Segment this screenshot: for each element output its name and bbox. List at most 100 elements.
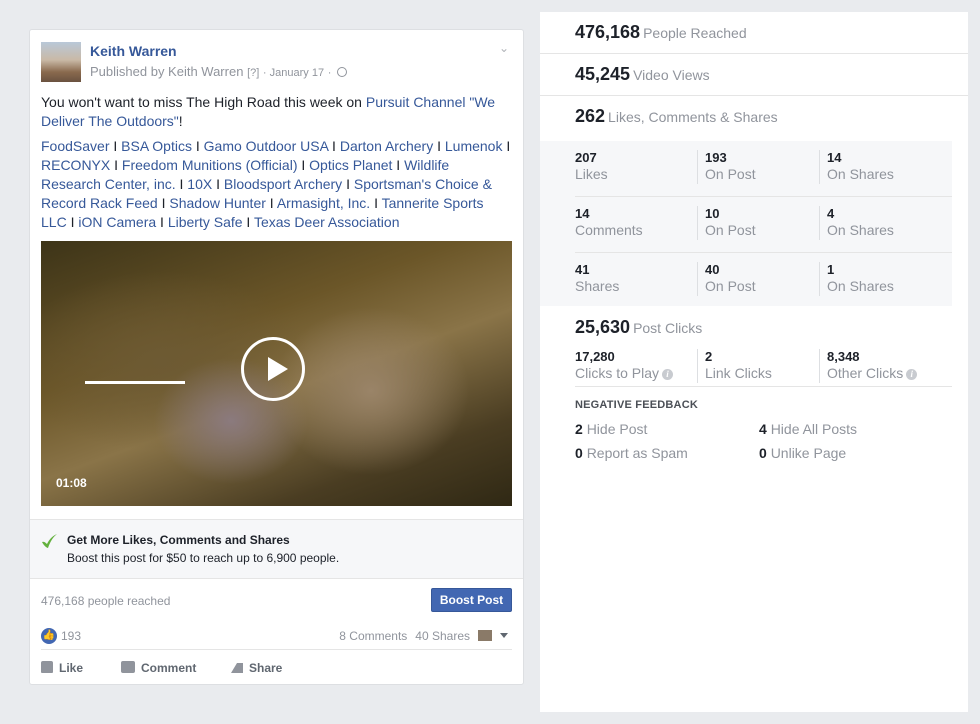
tag-separator: I (191, 138, 204, 154)
tagged-page-link[interactable]: Texas Deer Association (254, 214, 400, 230)
breakdown-value: 1 (827, 262, 835, 277)
tagged-page-link[interactable]: iON Camera (78, 214, 156, 230)
help-marker[interactable]: [?] (247, 67, 259, 79)
play-icon[interactable] (241, 337, 305, 401)
tagged-page-link[interactable]: 10X (187, 176, 212, 192)
share-icon (231, 663, 243, 673)
boost-promo: Get More Likes, Comments and Shares Boos… (30, 519, 523, 579)
breakdown-value: 14 (575, 206, 590, 221)
breakdown-label: On Shares (827, 278, 894, 294)
share-button[interactable]: Share (231, 661, 282, 675)
thumbs-up-icon[interactable]: 👍 (41, 628, 57, 644)
globe-icon (337, 67, 348, 77)
breakdown-cell: 207 Likes (575, 150, 695, 184)
breakdown-cell: 14 On Shares (819, 150, 949, 184)
reach-row: 476,168 people reached Boost Post (41, 588, 512, 616)
post-clicks-row: 25,630 Post Clicks (575, 317, 702, 338)
unlike-page-stat: 0 Unlike Page (759, 445, 847, 461)
tagged-page-link[interactable]: Liberty Safe (168, 214, 243, 230)
people-reached-label: People Reached (643, 25, 747, 41)
comment-icon (121, 661, 135, 673)
post-actions: Like Comment Share (41, 658, 512, 680)
author-avatar[interactable] (41, 42, 81, 82)
breakdown-value: 40 (705, 262, 720, 277)
breakdown-cell: 10 On Post (697, 206, 819, 240)
tag-separator: I (110, 157, 122, 173)
engagement-breakdown: 207 Likes 193 On Post 14 On Shares 14 Comments 1… (540, 141, 952, 306)
people-reached-value: 476,168 (575, 22, 641, 42)
breakdown-cell: 1 On Shares (819, 262, 949, 296)
tag-separator: I (175, 176, 188, 192)
post-clicks-value: 25,630 (575, 317, 631, 337)
chevron-down-icon[interactable]: ⌄ (497, 41, 511, 55)
video-views-row: 45,245 Video Views (540, 54, 968, 96)
post-header: Keith Warren Published by Keith Warren [… (41, 41, 511, 83)
shares-count[interactable]: 40 Shares (415, 629, 470, 643)
breakdown-label: Likes (575, 166, 608, 182)
report-spam-stat: 0 Report as Spam (575, 445, 688, 461)
tagged-page-link[interactable]: Freedom Munitions (Official) (122, 157, 298, 173)
people-reached-row: 476,168 People Reached (540, 12, 968, 54)
boost-promo-description: Boost this post for $50 to reach up to 6… (67, 551, 340, 565)
hide-all-posts-stat: 4 Hide All Posts (759, 421, 858, 437)
breakdown-cell: 193 On Post (697, 150, 819, 184)
tagged-page-link[interactable]: Darton Archery (340, 138, 433, 154)
like-count[interactable]: 193 (61, 629, 81, 643)
boost-post-button[interactable]: Boost Post (431, 588, 512, 612)
link-clicks: 2 Link Clicks (697, 349, 819, 383)
people-reached-text: 476,168 people reached (41, 594, 171, 608)
comment-button[interactable]: Comment (121, 661, 196, 675)
tag-separator: I (156, 214, 168, 230)
video-scrubber[interactable] (85, 381, 185, 384)
breakdown-label: On Post (705, 166, 756, 182)
tag-separator: I (109, 138, 122, 154)
post-date[interactable]: January 17 (270, 67, 324, 79)
breakdown-value: 14 (827, 150, 842, 165)
caret-down-icon[interactable] (500, 633, 508, 638)
video-views-label: Video Views (633, 67, 710, 83)
info-icon[interactable]: i (906, 369, 918, 380)
tagged-pages: FoodSaver I BSA Optics I Gamo Outdoor US… (41, 137, 513, 232)
breakdown-label: On Post (705, 222, 756, 238)
breakdown-value: 10 (705, 206, 720, 221)
tagged-page-link[interactable]: Gamo Outdoor USA (204, 138, 329, 154)
tag-separator: I (265, 195, 277, 211)
info-icon[interactable]: i (662, 369, 674, 380)
author-name[interactable]: Keith Warren (90, 43, 177, 59)
leaf-icon (42, 534, 57, 548)
page-avatar-selector[interactable] (478, 630, 492, 641)
tagged-page-link[interactable]: RECONYX (41, 157, 110, 173)
tagged-page-link[interactable]: FoodSaver (41, 138, 109, 154)
breakdown-label: On Post (705, 278, 756, 294)
video-player[interactable]: 01:08 (41, 241, 512, 506)
tagged-page-link[interactable]: BSA Optics (121, 138, 192, 154)
tagged-page-link[interactable]: Shadow Hunter (169, 195, 266, 211)
post-clicks-label: Post Clicks (633, 320, 703, 336)
hide-post-stat: 2 Hide Post (575, 421, 648, 437)
reactions-bar: 👍 193 8 Comments 40 Shares (41, 626, 512, 650)
breakdown-row: 41 Shares 40 On Post 1 On Shares (575, 253, 952, 309)
tag-separator: I (433, 138, 445, 154)
breakdown-value: 193 (705, 150, 727, 165)
breakdown-label: On Shares (827, 222, 894, 238)
video-duration: 01:08 (56, 476, 87, 490)
tagged-page-link[interactable]: Lumenok (445, 138, 503, 154)
tagged-page-link[interactable]: Armasight, Inc. (277, 195, 370, 211)
comments-count[interactable]: 8 Comments (339, 629, 407, 643)
tag-separator: I (297, 157, 310, 173)
post-card: Keith Warren Published by Keith Warren [… (29, 29, 524, 685)
post-insights-panel: 476,168 People Reached 45,245 Video Views … (540, 12, 968, 712)
tagged-page-link[interactable]: Optics Planet (309, 157, 392, 173)
clicks-breakdown: 17,280 Clicks to Play i 2 Link Clicks 8,3… (575, 347, 952, 387)
published-by[interactable]: Published by Keith Warren (90, 64, 243, 79)
clicks-to-play: 17,280 Clicks to Play i (575, 349, 695, 383)
tagged-page-link[interactable]: Bloodsport Archery (224, 176, 342, 192)
breakdown-label: On Shares (827, 166, 894, 182)
tag-separator: I (242, 214, 254, 230)
engagement-stats: 8 Comments 40 Shares (331, 629, 508, 643)
breakdown-cell: 4 On Shares (819, 206, 949, 240)
breakdown-label: Comments (575, 222, 643, 238)
tag-separator: I (212, 176, 224, 192)
like-button[interactable]: Like (41, 661, 83, 675)
breakdown-value: 4 (827, 206, 835, 221)
